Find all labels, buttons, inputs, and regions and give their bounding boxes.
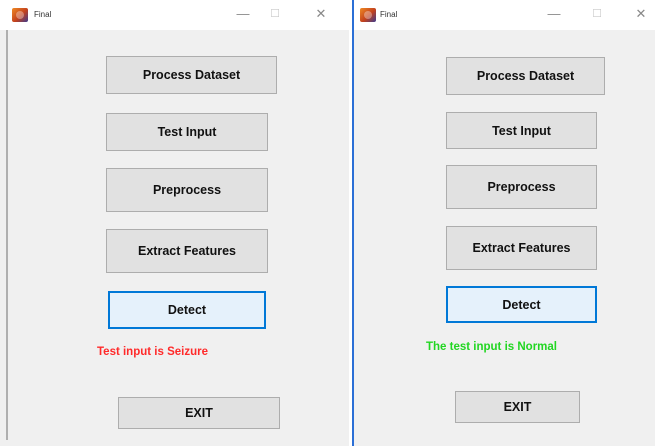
preprocess-button[interactable]: Preprocess (106, 168, 268, 212)
detect-button[interactable]: Detect (108, 291, 266, 329)
window-title: Final (380, 10, 398, 19)
final-window-right: Final — ☐ ✕ Process Dataset Test Input P… (352, 0, 655, 446)
extract-features-button[interactable]: Extract Features (446, 226, 597, 270)
detect-button[interactable]: Detect (446, 286, 597, 323)
title-bar: Final — ☐ ✕ (354, 0, 655, 30)
title-bar: Final — ☐ ✕ (0, 0, 349, 30)
matlab-app-icon (360, 8, 376, 22)
close-button[interactable]: ✕ (310, 6, 332, 22)
final-window-left: Final — ☐ ✕ Process Dataset Test Input P… (0, 0, 349, 446)
window-edge-line (6, 30, 8, 440)
exit-button[interactable]: EXIT (455, 391, 580, 423)
preprocess-button[interactable]: Preprocess (446, 165, 597, 209)
process-dataset-button[interactable]: Process Dataset (106, 56, 277, 94)
test-input-button[interactable]: Test Input (106, 113, 268, 151)
maximize-button[interactable]: ☐ (264, 6, 286, 22)
detection-result-text: The test input is Normal (426, 341, 557, 353)
extract-features-button[interactable]: Extract Features (106, 229, 268, 273)
window-title: Final (34, 10, 52, 19)
minimize-button[interactable]: — (232, 6, 254, 22)
minimize-button[interactable]: — (543, 6, 565, 22)
matlab-app-icon (12, 8, 28, 22)
detection-result-text: Test input is Seizure (97, 346, 208, 358)
test-input-button[interactable]: Test Input (446, 112, 597, 149)
exit-button[interactable]: EXIT (118, 397, 280, 429)
close-button[interactable]: ✕ (630, 6, 652, 22)
maximize-button[interactable]: ☐ (586, 6, 608, 22)
process-dataset-button[interactable]: Process Dataset (446, 57, 605, 95)
